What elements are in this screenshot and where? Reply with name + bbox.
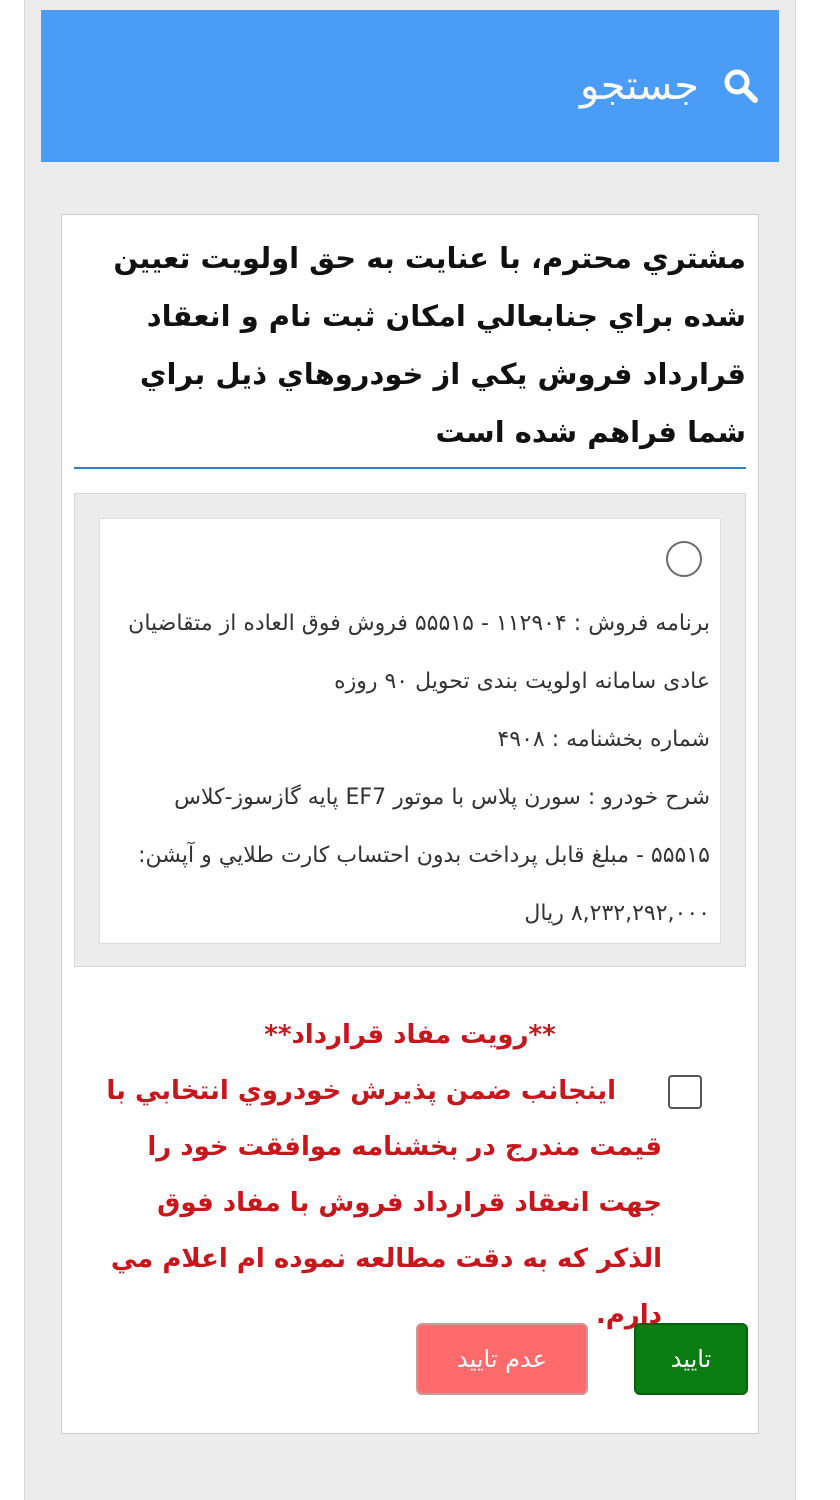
confirm-button[interactable]: تاييد	[634, 1323, 748, 1395]
view-contract-link[interactable]: **رويت مفاد قرارداد**	[74, 1015, 746, 1055]
search-icon	[724, 69, 758, 103]
action-buttons: تاييد عدم تاييد	[62, 1323, 758, 1399]
accept-checkbox[interactable]	[668, 1075, 702, 1109]
intro-divider	[74, 467, 746, 469]
search-header[interactable]: جستجو	[41, 10, 779, 162]
car-option-radio[interactable]	[666, 541, 702, 577]
car-option-panel: برنامه فروش : ۱۱۲۹۰۴ - ۵۵۵۱۵ فروش فوق ال…	[74, 493, 746, 967]
priority-card: مشتري محترم، با عنايت به حق اولويت تعيين…	[61, 214, 759, 1434]
car-description: شرح خودرو : سورن پلاس با موتور EF7 پایه …	[138, 785, 710, 926]
circular-number: شماره بخشنامه : ۴۹۰۸	[497, 727, 710, 752]
car-option-details: برنامه فروش : ۱۱۲۹۰۴ - ۵۵۵۱۵ فروش فوق ال…	[110, 595, 710, 943]
page-background: جستجو مشتري محترم، با عنايت به حق اولويت…	[24, 0, 796, 1500]
accept-text: اينجانب ضمن پذيرش خودروي انتخابي با قيمت…	[106, 1076, 662, 1330]
intro-message: مشتري محترم، با عنايت به حق اولويت تعيين…	[113, 241, 746, 449]
accept-row: اينجانب ضمن پذيرش خودروي انتخابي با قيمت…	[74, 1063, 746, 1343]
header-title: جستجو	[580, 63, 699, 109]
reject-button[interactable]: عدم تاييد	[416, 1323, 588, 1395]
agreement-section: **رويت مفاد قرارداد** اينجانب ضمن پذيرش …	[74, 1015, 746, 1343]
sale-program: برنامه فروش : ۱۱۲۹۰۴ - ۵۵۵۱۵ فروش فوق ال…	[128, 611, 710, 694]
car-option[interactable]: برنامه فروش : ۱۱۲۹۰۴ - ۵۵۵۱۵ فروش فوق ال…	[99, 518, 721, 944]
